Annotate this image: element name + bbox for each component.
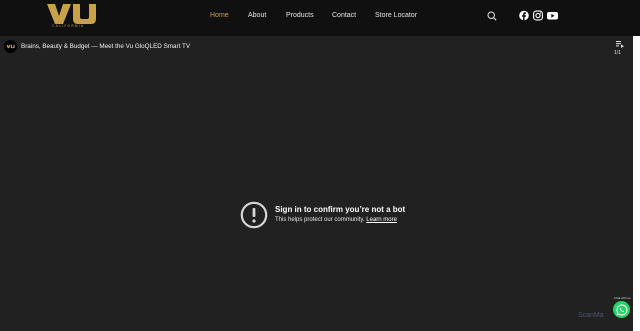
facebook-icon[interactable] [519, 10, 529, 21]
video-embed[interactable] [0, 36, 640, 331]
video-title[interactable]: Brains, Beauty & Budget — Meet the Vu Gl… [21, 43, 190, 50]
whatsapp-button[interactable] [613, 301, 630, 318]
channel-avatar[interactable] [4, 40, 17, 53]
nav-home[interactable]: Home [210, 11, 229, 20]
learn-more-link[interactable]: Learn more [366, 217, 397, 223]
logo-tagline: CALIFORNIA [52, 24, 85, 28]
scan-watermark: ScanMa [578, 312, 604, 319]
playlist-count: 1/1 [614, 50, 621, 56]
site-header: CALIFORNIA Home About Products Contact S… [0, 0, 640, 36]
error-text: This helps protect our community. [275, 217, 365, 223]
instagram-icon[interactable] [533, 10, 543, 21]
search-icon[interactable] [487, 11, 497, 21]
page-edge [633, 36, 640, 331]
whatsapp-icon [615, 303, 627, 316]
nav-contact[interactable]: Contact [332, 11, 356, 20]
youtube-icon[interactable] [547, 10, 558, 21]
nav-about[interactable]: About [248, 11, 266, 20]
playlist-icon[interactable] [616, 41, 624, 48]
alert-icon [240, 201, 268, 229]
nav-products[interactable]: Products [286, 11, 314, 20]
nav-store-locator[interactable]: Store Locator [375, 11, 417, 20]
error-title: Sign in to confirm you’re not a bot [275, 205, 406, 214]
error-message: This helps protect our community. Learn … [275, 217, 397, 223]
whatsapp-label: Chat with us [614, 296, 631, 300]
main-nav: Home About Products Contact Store Locato… [0, 11, 640, 23]
